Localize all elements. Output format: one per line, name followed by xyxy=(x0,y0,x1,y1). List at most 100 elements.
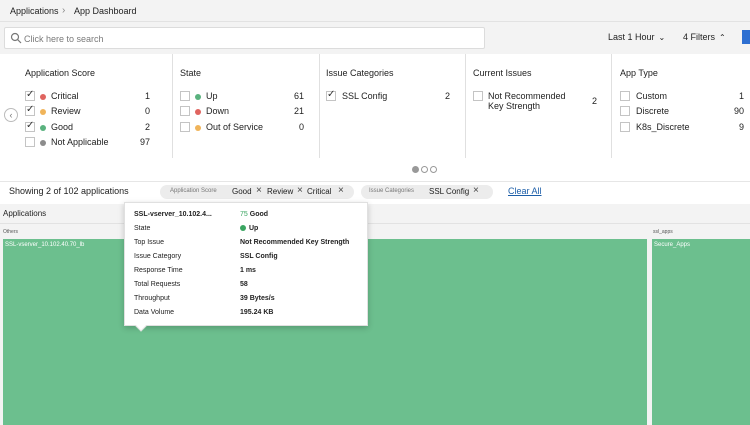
remove-chip-icon[interactable]: × xyxy=(473,185,479,196)
group-label: ssl_apps xyxy=(653,229,673,235)
filter-option-not-applicable[interactable]: Not Applicable 97 xyxy=(25,137,151,149)
applications-header: Applications xyxy=(0,204,750,224)
checkbox[interactable] xyxy=(180,106,190,116)
score-value: 75 xyxy=(240,211,248,218)
checkbox[interactable] xyxy=(180,91,190,101)
chip-value: Review xyxy=(267,187,294,196)
option-count: 2 xyxy=(144,122,150,132)
filter-option-critical[interactable]: Critical 1 xyxy=(25,89,151,103)
checkbox[interactable] xyxy=(25,120,35,132)
tooltip-key: Data Volume xyxy=(134,309,175,316)
tooltip-state: Up xyxy=(240,225,258,232)
checkbox[interactable] xyxy=(473,91,483,101)
filter-panel: ‹ Application Score Critical 1 Review 0 … xyxy=(0,54,750,182)
app-tile[interactable]: Secure_Apps xyxy=(652,239,750,425)
clear-all-link[interactable]: Clear All xyxy=(508,186,542,196)
chip-key: Issue Categories xyxy=(369,188,415,194)
page-dot[interactable] xyxy=(430,166,437,173)
filter-chip-issue-categories: Issue Categories SSL Config × xyxy=(361,185,493,199)
tooltip-key: State xyxy=(134,225,151,232)
search-icon xyxy=(10,32,22,44)
status-dot-icon xyxy=(195,94,201,100)
time-range-dropdown[interactable]: Last 1 Hour ⌄ xyxy=(608,32,665,42)
results-count: Showing 2 of 102 applications xyxy=(9,186,129,196)
score-label: Good xyxy=(249,211,269,218)
tooltip-key: Response Time xyxy=(134,267,183,274)
page-dot[interactable] xyxy=(421,166,428,173)
filter-title: Application Score xyxy=(25,68,96,78)
status-dot-icon xyxy=(40,140,46,146)
applications-title: Applications xyxy=(3,209,47,218)
status-dot-icon xyxy=(240,225,246,232)
checkbox[interactable] xyxy=(180,122,190,132)
option-label: Critical xyxy=(51,91,79,101)
page-dot[interactable] xyxy=(412,166,419,173)
checkbox[interactable] xyxy=(25,89,35,101)
tooltip-value: 58 xyxy=(240,281,248,288)
checkbox[interactable] xyxy=(25,104,35,116)
tooltip-score: 75 Good xyxy=(240,211,268,218)
remove-chip-icon[interactable]: × xyxy=(256,185,262,196)
option-count: 9 xyxy=(738,122,744,132)
filter-option-not-recommended-key-strength[interactable]: Not Recommended Key Strength 2 xyxy=(473,91,601,113)
filters-label: 4 Filters xyxy=(683,32,716,42)
app-tile-name: SSL-vserver_10.102.40.70_lb xyxy=(5,242,85,248)
filter-option-good[interactable]: Good 2 xyxy=(25,120,151,134)
option-label: Out of Service xyxy=(206,122,264,132)
tooltip-key: Throughput xyxy=(134,295,170,302)
time-range-label: Last 1 Hour xyxy=(608,32,655,42)
filter-option-k8s-discrete[interactable]: K8s_Discrete 9 xyxy=(620,122,746,134)
tooltip-key: Issue Category xyxy=(134,253,182,260)
breadcrumb-separator: › xyxy=(62,5,66,16)
filter-title: Current Issues xyxy=(473,68,532,78)
option-count: 61 xyxy=(293,91,304,101)
filters-toggle[interactable]: 4 Filters ⌃ xyxy=(683,32,726,42)
option-label: Custom xyxy=(636,91,668,101)
tooltip-value: 39 Bytes/s xyxy=(240,295,275,302)
search-input[interactable] xyxy=(24,31,464,46)
app-tooltip: SSL-vserver_10.102.4... 75 Good State Up… xyxy=(124,202,368,332)
filter-option-review[interactable]: Review 0 xyxy=(25,104,151,118)
edit-icon[interactable] xyxy=(742,30,750,44)
search-toolbar: Last 1 Hour⌄ 4 Filters⌃ xyxy=(0,22,750,54)
breadcrumb-applications[interactable]: Applications xyxy=(10,6,59,16)
filter-title: Issue Categories xyxy=(326,68,394,78)
status-dot-icon xyxy=(40,94,46,100)
checkbox[interactable] xyxy=(620,91,630,101)
status-dot-icon xyxy=(195,125,201,131)
option-label: Good xyxy=(51,122,74,132)
checkbox[interactable] xyxy=(620,122,630,132)
remove-chip-icon[interactable]: × xyxy=(297,185,303,196)
filter-option-custom[interactable]: Custom 1 xyxy=(620,91,746,103)
filter-option-down[interactable]: Down 21 xyxy=(180,106,308,118)
option-label: K8s_Discrete xyxy=(636,122,690,132)
chip-value: Critical xyxy=(307,187,332,196)
option-count: 1 xyxy=(144,91,150,101)
filter-current-issues: Current Issues Not Recommended Key Stren… xyxy=(466,54,612,158)
filter-option-discrete[interactable]: Discrete 90 xyxy=(620,106,746,118)
option-count: 1 xyxy=(738,91,744,101)
tooltip-app-name: SSL-vserver_10.102.4... xyxy=(134,211,212,218)
chevron-down-icon: ⌄ xyxy=(658,33,666,42)
option-label-line2: Key Strength xyxy=(488,101,541,111)
checkbox[interactable] xyxy=(620,106,630,116)
remove-chip-icon[interactable]: × xyxy=(338,185,344,196)
filter-chip-application-score: Application Score Good × Review × Critic… xyxy=(160,185,354,199)
app-dashboard: Applications › App Dashboard Last 1 Hour… xyxy=(0,0,750,425)
checkbox[interactable] xyxy=(326,89,336,101)
filter-option-ssl-config[interactable]: SSL Config 2 xyxy=(326,89,454,103)
tooltip-key: Top Issue xyxy=(134,239,164,246)
tooltip-value: Up xyxy=(249,225,259,232)
option-count: 2 xyxy=(444,91,450,101)
search-box xyxy=(4,27,485,49)
tooltip-key: Total Requests xyxy=(134,281,181,288)
filter-option-out-of-service[interactable]: Out of Service 0 xyxy=(180,122,308,134)
checkbox[interactable] xyxy=(25,137,35,147)
breadcrumb: Applications › App Dashboard xyxy=(0,0,750,22)
option-label: Not Applicable xyxy=(51,137,109,147)
chip-value: Good xyxy=(232,187,252,196)
filter-option-up[interactable]: Up 61 xyxy=(180,91,308,103)
treemap-group-ssl-apps: ssl_apps Secure_Apps xyxy=(650,224,750,425)
filter-title: State xyxy=(180,68,202,78)
filter-app-type: App Type Custom 1 Discrete 90 K8s_Discre… xyxy=(612,54,750,158)
